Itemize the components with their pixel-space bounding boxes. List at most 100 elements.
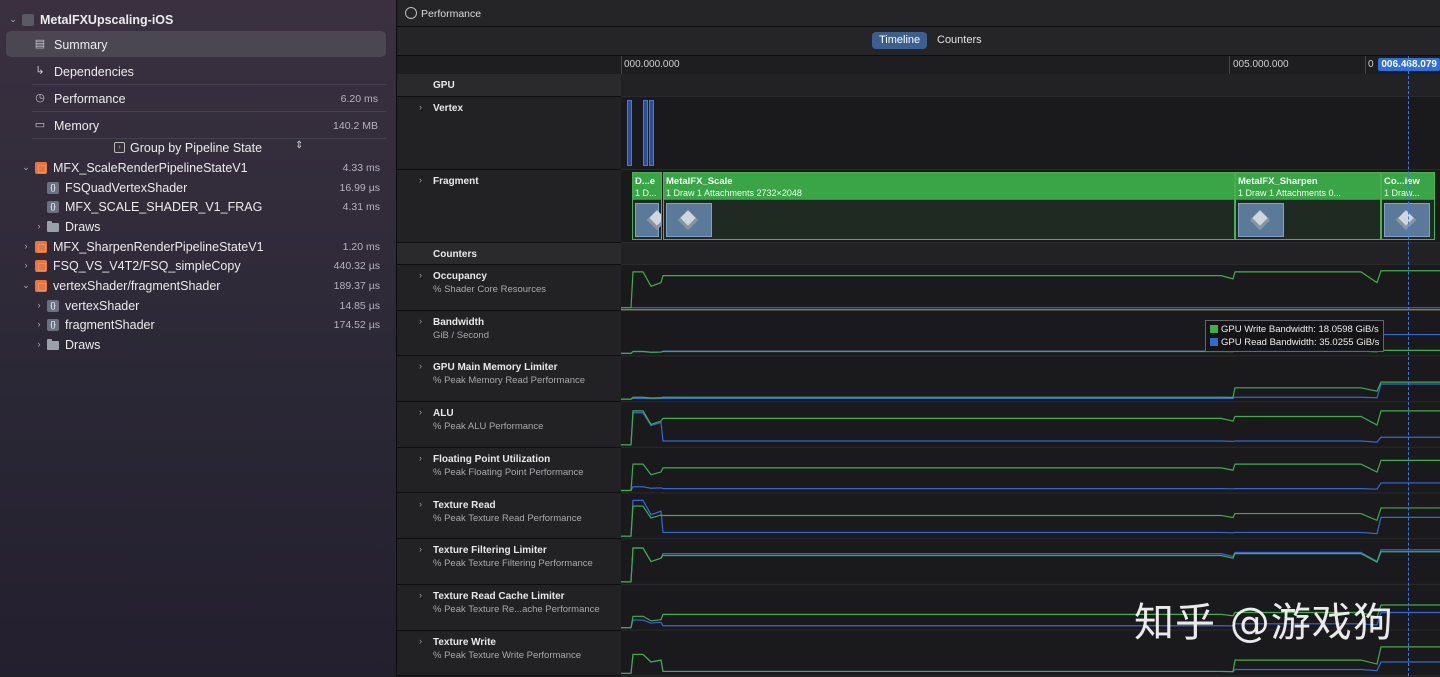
counter-title: Occupancy	[433, 271, 487, 282]
blue-swatch	[1210, 338, 1218, 346]
chevron-right-icon[interactable]: ›	[21, 260, 31, 270]
nav-value: 6.20 ms	[340, 93, 378, 105]
chevron-right-icon[interactable]: ›	[34, 221, 44, 231]
tree-item-shader[interactable]: {} FSQuadVertexShader 16.99 µs	[0, 178, 388, 198]
chevron-right-icon[interactable]: ›	[34, 339, 44, 349]
counter-lane-label[interactable]: › Texture Write% Peak Texture Write Perfo…	[397, 631, 621, 677]
vertex-mark[interactable]	[627, 100, 632, 166]
playhead-line[interactable]	[1408, 56, 1410, 676]
attachment-thumbnail[interactable]	[1238, 203, 1284, 237]
chevron-right-icon[interactable]: ›	[419, 453, 422, 463]
lane-vertex[interactable]: › Vertex	[397, 97, 621, 170]
pipeline-icon	[35, 260, 47, 272]
tree-item-pipeline[interactable]: › FSQ_VS_V4T2/FSQ_simpleCopy 440.32 µs	[0, 256, 388, 276]
ruler-tick	[621, 56, 622, 74]
chevron-right-icon[interactable]: ›	[419, 316, 422, 326]
counter-title: Texture Filtering Limiter	[433, 545, 547, 557]
counter-lane-label[interactable]: › Texture Filtering Limiter% Peak Texture…	[397, 539, 621, 585]
chevron-right-icon[interactable]: ›	[419, 407, 422, 417]
attachment-thumbnail[interactable]	[635, 203, 659, 237]
counter-lane-label[interactable]: › Occupancy % Shader Core Resources	[397, 265, 621, 311]
tree-value: 189.37 µs	[333, 280, 380, 292]
encoder-name: D...e	[635, 176, 656, 187]
green-swatch	[1210, 325, 1218, 333]
tree-label: vertexShader/fragmentShader	[53, 279, 221, 293]
project-row[interactable]: ⌄ MetalFXUpscaling-iOS	[0, 10, 388, 30]
nav-label: Performance	[54, 92, 126, 106]
counter-subtitle: % Peak Floating Point Performance	[433, 466, 584, 478]
counter-lane-label[interactable]: › Texture Read% Peak Texture Read Perform…	[397, 494, 621, 540]
lane-labels: GPU › Vertex › Fragment Counters › Occupa…	[397, 74, 622, 677]
counter-title: GPU Main Memory Limiter	[433, 362, 558, 374]
chevron-right-icon[interactable]: ›	[34, 300, 44, 310]
shader-icon: {}	[47, 201, 59, 213]
counter-title: Bandwidth	[433, 316, 485, 328]
nav-memory[interactable]: ▭ Memory 140.2 MB	[6, 112, 386, 138]
tree-item-pipeline[interactable]: › MFX_SharpenRenderPipelineStateV1 1.20 …	[0, 237, 388, 257]
tree-value: 4.33 ms	[342, 162, 380, 174]
counter-lane-label[interactable]: › ALU% Peak ALU Performance	[397, 402, 621, 448]
shader-icon: {}	[47, 182, 59, 194]
tab-counters[interactable]: Counters	[930, 32, 989, 49]
nav-summary[interactable]: ▤ Summary	[6, 31, 386, 57]
counter-lane-label[interactable]: › Bandwidth GiB / Second	[397, 311, 621, 357]
attachment-thumbnail[interactable]	[1384, 203, 1430, 237]
pipeline-icon	[35, 241, 47, 253]
time-ruler[interactable]: 000.000.000 005.000.000 0 006.468.079	[621, 56, 1440, 75]
chevron-right-icon[interactable]: ›	[419, 636, 422, 646]
tree-item-shader[interactable]: › {} vertexShader 14.85 µs	[0, 296, 388, 316]
attachment-thumbnail[interactable]	[666, 203, 712, 237]
nav-dependencies[interactable]: ↳ Dependencies	[6, 58, 386, 84]
read-series-line	[621, 412, 1440, 446]
clock-icon	[405, 7, 417, 19]
chevron-right-icon[interactable]: ›	[419, 175, 422, 185]
counter-subtitle: % Shader Core Resources	[433, 284, 546, 295]
page-title: Performance	[421, 8, 482, 20]
chevron-right-icon[interactable]: ›	[21, 241, 31, 251]
ruler-tick	[1365, 56, 1366, 74]
read-series-line	[621, 653, 1440, 674]
chevron-right-icon[interactable]: ›	[419, 544, 422, 554]
chevron-right-icon[interactable]: ›	[419, 590, 422, 600]
tree-item-pipeline[interactable]: ⌄ MFX_ScaleRenderPipelineStateV1 4.33 ms	[0, 158, 388, 178]
chevron-right-icon[interactable]: ›	[419, 102, 422, 112]
chevron-right-icon[interactable]: ›	[419, 499, 422, 509]
encoder-block[interactable]: MetalFX_Scale 1 Draw 1 Attachments 2732×…	[663, 172, 1235, 240]
vertex-track	[621, 97, 1440, 170]
vertex-mark[interactable]	[649, 100, 654, 166]
vertex-mark[interactable]	[643, 100, 648, 166]
group-by-popup[interactable]: › Group by Pipeline State ⇕	[112, 140, 312, 158]
tree-item-draws[interactable]: › Draws	[0, 335, 388, 355]
encoder-block[interactable]: D...e 1 D...	[632, 172, 662, 240]
counter-lane-label[interactable]: › GPU Main Memory Limiter% Peak Memory Re…	[397, 356, 621, 403]
shader-icon: {}	[47, 300, 59, 312]
tree-value: 14.85 µs	[339, 300, 381, 312]
counter-lane-label[interactable]: › Floating Point Utilization% Peak Floati…	[397, 448, 621, 494]
encoder-detail: 1 Draw...	[1384, 188, 1420, 198]
chevron-right-icon[interactable]: ›	[419, 361, 422, 371]
counters-header-band	[621, 243, 1440, 265]
nav-performance[interactable]: ◷ Performance 6.20 ms	[6, 85, 386, 111]
lane-title: Fragment	[433, 176, 479, 187]
chevron-right-icon[interactable]: ›	[419, 270, 422, 280]
chevron-down-icon[interactable]: ⌄	[21, 162, 31, 172]
tree-item-shader[interactable]: {} MFX_SCALE_SHADER_V1_FRAG 4.31 ms	[0, 197, 388, 217]
tree-item-shader[interactable]: › {} fragmentShader 174.52 µs	[0, 315, 388, 335]
encoder-block[interactable]: MetalFX_Sharpen 1 Draw 1 Attachments 0..…	[1235, 172, 1381, 240]
tab-timeline[interactable]: Timeline	[872, 32, 928, 49]
counter-lane-label[interactable]: › Texture Read Cache Limiter% Peak Textur…	[397, 585, 621, 631]
nav-label: Dependencies	[54, 65, 134, 79]
project-title: MetalFXUpscaling-iOS	[40, 13, 174, 27]
chevron-right-icon[interactable]: ›	[34, 319, 44, 329]
chevron-down-icon[interactable]: ⌄	[8, 14, 18, 24]
gpu-header: GPU	[397, 74, 621, 97]
chevron-down-icon[interactable]: ⌄	[21, 280, 31, 290]
counter-title: Texture Write	[433, 636, 496, 648]
timeline-plot[interactable]: D...e 1 D... MetalFX_Scale 1 Draw 1 Atta…	[621, 74, 1440, 677]
encoder-name: Co...iew	[1384, 176, 1420, 187]
updown-chevron-icon: ⇕	[295, 140, 304, 151]
lane-fragment[interactable]: › Fragment	[397, 170, 621, 243]
pipeline-icon	[35, 280, 47, 292]
tree-item-pipeline[interactable]: ⌄ vertexShader/fragmentShader 189.37 µs	[0, 276, 388, 296]
tree-item-draws[interactable]: › Draws	[0, 217, 388, 237]
